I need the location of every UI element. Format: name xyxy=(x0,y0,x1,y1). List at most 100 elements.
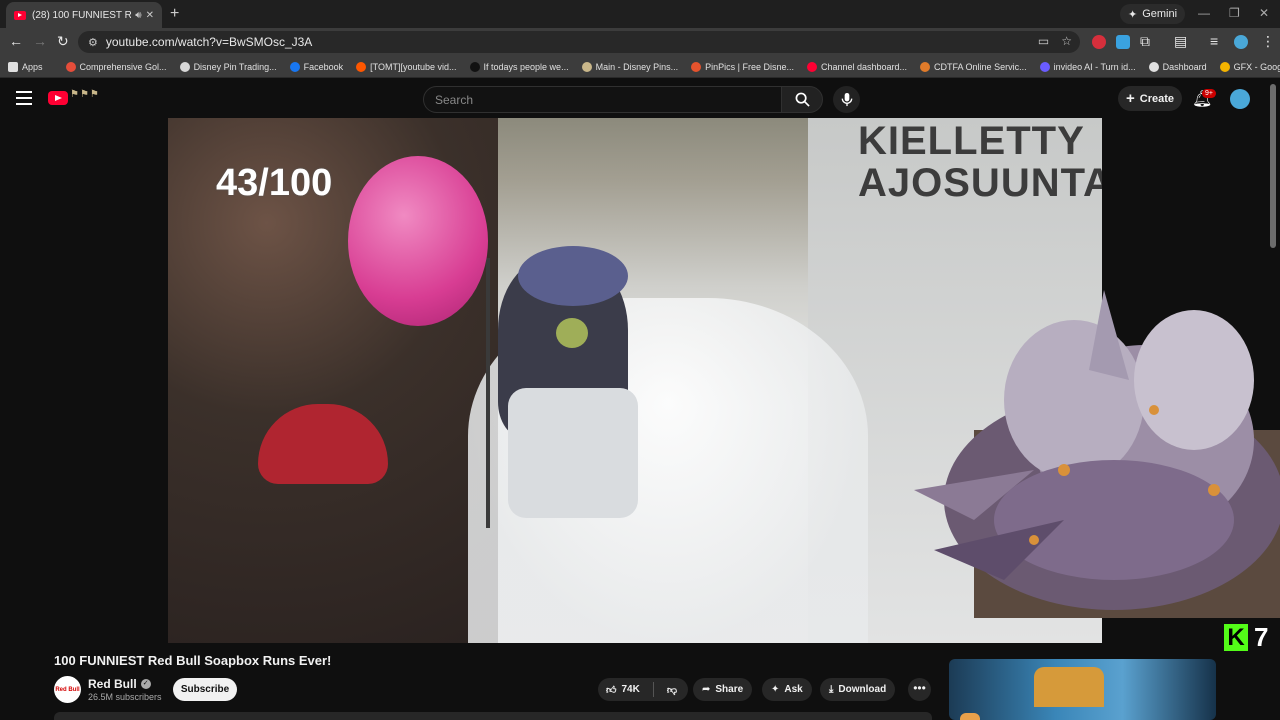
bookmark-favicon-icon xyxy=(65,61,76,72)
like-dislike-group: 👍︎ 74K 👎︎ xyxy=(598,678,688,701)
back-icon[interactable]: ← xyxy=(9,33,23,49)
bookmark-label: Channel dashboard... xyxy=(820,61,908,72)
omnibox-actions: ▭ ☆ xyxy=(1038,34,1072,48)
bookmark-item[interactable]: GFX - Google Drive xyxy=(1219,61,1280,72)
bookmark-item[interactable]: Comprehensive Gol... xyxy=(65,61,167,72)
bookmark-item[interactable]: PinPics | Free Disne... xyxy=(691,61,794,72)
download-label: Download xyxy=(838,684,887,695)
bookmark-label: invideo AI - Turn id... xyxy=(1053,61,1136,72)
notification-badge: 9+ xyxy=(1202,89,1216,98)
dislike-button[interactable]: 👎︎ xyxy=(659,678,685,701)
voice-search-button[interactable] xyxy=(833,86,860,113)
profile-icon[interactable] xyxy=(1234,35,1248,49)
extensions-puzzle-icon[interactable]: ⧉ xyxy=(1140,33,1150,50)
search-input[interactable]: Search xyxy=(423,86,782,113)
bookmarks-bar: Apps Comprehensive Gol... Disney Pin Tradi… xyxy=(0,56,1280,78)
address-bar[interactable]: ⚙ youtube.com/watch?v=BwSMOsc_J3A ▭ ☆ xyxy=(78,31,1080,53)
kick-badge: K 7 xyxy=(1224,622,1268,653)
reload-icon[interactable]: ↻ xyxy=(57,33,69,50)
extension-icon[interactable] xyxy=(1116,35,1130,49)
related-channel-avatar[interactable] xyxy=(960,713,980,720)
account-avatar[interactable] xyxy=(1230,89,1250,109)
download-button[interactable]: ⤓ Download xyxy=(820,678,896,701)
bookmark-favicon-icon xyxy=(691,61,702,72)
create-button[interactable]: + Create xyxy=(1118,86,1182,111)
plus-icon: + xyxy=(1125,90,1135,107)
overlay-plant-image xyxy=(914,290,1280,618)
video-counter-overlay: 43/100 xyxy=(216,162,333,204)
bookmark-label: Comprehensive Gol... xyxy=(79,61,167,72)
create-label: Create xyxy=(1139,92,1174,105)
bookmark-label: CDTFA Online Servic... xyxy=(934,61,1027,72)
bookmark-favicon-icon xyxy=(1148,61,1159,72)
bookmark-item[interactable]: If todays people we... xyxy=(469,61,569,72)
sparkle-icon: ✦ xyxy=(1128,8,1138,21)
close-window-icon[interactable]: ✕ xyxy=(1259,6,1269,20)
video-rider-hat xyxy=(518,246,628,306)
restore-icon[interactable]: ❐ xyxy=(1229,6,1240,20)
kick-counter: 7 xyxy=(1254,622,1269,652)
url-text: youtube.com/watch?v=BwSMOsc_J3A xyxy=(105,35,313,49)
tab-strip: (28) 100 FUNNIEST Red Bull 🔊︎ ✕ + ✦ Gemi… xyxy=(0,0,1280,28)
bookmark-star-icon[interactable]: ☆ xyxy=(1061,34,1072,48)
bookmark-item[interactable]: Apps xyxy=(8,61,43,72)
like-count: 74K xyxy=(621,684,640,695)
reading-list-icon[interactable]: ▤ xyxy=(1174,33,1187,50)
video-title: 100 FUNNIEST Red Bull Soapbox Runs Ever! xyxy=(54,653,332,668)
gemini-label: Gemini xyxy=(1142,8,1178,20)
description-box-edge xyxy=(54,712,932,720)
site-info-icon[interactable]: ⚙ xyxy=(88,36,98,49)
share-button[interactable]: ➦ Share xyxy=(693,678,753,701)
ask-button[interactable]: ✦ Ask xyxy=(762,678,812,701)
bookmark-item[interactable]: Facebook xyxy=(289,61,343,72)
browser-menu-icon[interactable]: ⋮ xyxy=(1261,33,1275,50)
close-tab-icon[interactable]: ✕ xyxy=(146,10,154,21)
extension-icon[interactable] xyxy=(1092,35,1106,49)
bookmark-favicon-icon xyxy=(356,61,367,72)
bookmark-item[interactable]: Channel dashboard... xyxy=(806,61,908,72)
search-placeholder: Search xyxy=(435,92,474,107)
bookmark-item[interactable]: invideo AI - Turn id... xyxy=(1039,61,1136,72)
bookmark-item[interactable]: CDTFA Online Servic... xyxy=(920,61,1027,72)
more-actions-button[interactable]: ••• xyxy=(908,678,931,701)
youtube-logo-icon[interactable] xyxy=(48,91,68,105)
microphone-icon xyxy=(841,92,852,107)
minimize-icon[interactable]: — xyxy=(1198,6,1210,20)
bookmark-favicon-icon xyxy=(289,61,300,72)
browser-toolbar: ← → ↻ ⚙ youtube.com/watch?v=BwSMOsc_J3A … xyxy=(0,28,1280,56)
bookmark-item[interactable]: Main - Disney Pins... xyxy=(581,61,679,72)
video-balloon-string xyxy=(486,258,490,528)
browser-tab[interactable]: (28) 100 FUNNIEST Red Bull 🔊︎ ✕ xyxy=(6,2,162,28)
bookmark-favicon-icon xyxy=(1219,61,1230,72)
bookmark-item[interactable]: Disney Pin Trading... xyxy=(179,61,277,72)
bookmark-item[interactable]: [TOMT][youtube vid... xyxy=(356,61,457,72)
bookmark-label: Main - Disney Pins... xyxy=(595,61,679,72)
channel-name-text: Red Bull xyxy=(88,677,137,691)
cast-icon[interactable]: ▭ xyxy=(1038,34,1049,48)
bookmark-item[interactable]: Dashboard xyxy=(1148,61,1207,72)
ask-label: Ask xyxy=(784,684,803,695)
kick-logo-icon: K xyxy=(1224,624,1248,651)
new-tab-button[interactable]: + xyxy=(170,5,179,23)
page-scrollbar[interactable] xyxy=(1270,84,1276,248)
forward-icon[interactable]: → xyxy=(33,33,47,49)
media-control-icon[interactable]: ≡ xyxy=(1210,33,1218,49)
search-button[interactable] xyxy=(781,86,823,113)
like-button[interactable]: 👍︎ 74K xyxy=(598,678,648,701)
menu-icon[interactable] xyxy=(16,91,32,105)
bookmark-favicon-icon xyxy=(1039,61,1050,72)
bookmark-label: Disney Pin Trading... xyxy=(193,61,277,72)
gemini-button[interactable]: ✦ Gemini xyxy=(1120,4,1186,24)
thumbnail-train-shape xyxy=(1034,667,1104,707)
bookmark-label: Apps xyxy=(22,61,43,72)
youtube-doodle[interactable]: ⚑⚑⚑ xyxy=(70,89,100,100)
thumbs-up-icon: 👍︎ xyxy=(606,684,617,696)
channel-avatar[interactable]: Red Bull xyxy=(54,676,81,703)
related-video-thumbnail[interactable] xyxy=(949,659,1216,720)
thumbs-down-icon: 👎︎ xyxy=(666,684,677,696)
subscribe-button[interactable]: Subscribe xyxy=(173,678,237,701)
speaker-icon[interactable]: 🔊︎ xyxy=(135,10,141,21)
subscriber-count: 26.5M subscribers xyxy=(88,692,162,702)
channel-name[interactable]: Red Bull ✓ xyxy=(88,677,151,691)
share-label: Share xyxy=(715,684,744,695)
